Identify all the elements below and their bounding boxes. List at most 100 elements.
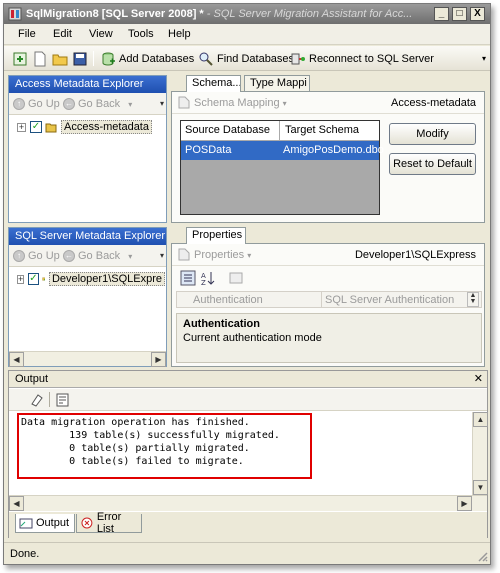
open-folder-icon[interactable] [52,51,68,67]
schema-mapping-label: Schema Mapping [194,97,280,109]
find-databases-label: Find Databases [217,53,295,65]
scroll-right-icon[interactable]: ▶ [151,352,166,367]
tab-schema-mapping[interactable]: Schema... [186,75,241,92]
schema-context-label: Access-metadata [391,97,476,109]
resize-grip-icon[interactable] [476,550,488,562]
go-back-label: Go Back [78,250,121,262]
svg-text:Z: Z [201,279,206,286]
scroll-down-icon[interactable]: ▼ [473,480,488,495]
highlight-box [17,413,312,479]
reconnect-button[interactable]: Reconnect to SQL Server [290,50,434,68]
overflow-icon[interactable]: ▾ [160,251,164,260]
add-databases-button[interactable]: Add Databases [100,50,194,68]
vertical-scrollbar[interactable]: ▲ ▼ [472,412,488,495]
minimize-button[interactable]: _ [434,7,449,21]
property-value: SQL Server Authentication [325,294,455,306]
categorized-icon[interactable] [180,270,196,286]
new-file-icon[interactable] [32,51,48,67]
access-go-up-button[interactable]: ↑ Go Up [13,98,60,110]
modify-button[interactable]: Modify [389,123,476,145]
new-project-icon[interactable] [12,51,28,67]
sql-server-metadata-explorer: SQL Server Metadata Explorer ↑ Go Up ← Go … [8,227,167,367]
tab-output-label: Output [36,517,70,529]
description-title: Authentication [183,318,260,330]
find-database-icon [199,52,213,66]
scroll-left-icon[interactable]: ◀ [9,496,24,511]
go-up-icon: ↑ [13,98,25,110]
expand-icon[interactable]: + [17,274,25,284]
save-icon[interactable] [72,51,88,67]
spinner-icon[interactable]: ▲ ▼ [467,292,479,307]
menu-view[interactable]: View [89,28,113,40]
grid-header: Source Database Target Schema [181,121,379,141]
word-wrap-icon[interactable] [55,392,71,408]
clear-output-icon[interactable] [29,392,45,408]
menu-bar: File Edit View Tools Help [4,24,490,45]
chevron-down-icon: ▾ [247,251,252,260]
sql-go-back-button[interactable]: ← Go Back ▾ [63,250,132,262]
tab-error-list-label: Error List [96,511,122,535]
schema-mapping-dropdown[interactable]: Schema Mapping ▾ [194,97,287,109]
go-back-label: Go Back [78,98,121,110]
reset-to-default-button[interactable]: Reset to Default [389,153,476,175]
tab-type-mapping[interactable]: Type Mappi [244,75,310,91]
column-source-database[interactable]: Source Database [185,124,270,136]
schema-mapping-panel: Schema... Type Mappi Schema Mapping ▾ Ac… [171,75,487,223]
status-bar: Done. [4,542,490,564]
tree-checkbox[interactable]: ✓ [30,121,42,133]
access-go-back-button[interactable]: ← Go Back ▾ [63,98,132,110]
column-target-schema[interactable]: Target Schema [285,124,359,136]
title-bar[interactable]: SqlMigration8 [SQL Server 2008] * - SQL … [4,4,490,24]
tree-node-sql-server[interactable]: + ✓ Developer1\SQLExpre [17,272,165,286]
app-icon [8,7,22,21]
output-header: Output ✕ [9,371,487,388]
property-toolbar: AZ [180,270,480,288]
reconnect-icon [291,53,305,65]
reconnect-label: Reconnect to SQL Server [309,53,434,65]
tree-checkbox[interactable]: ✓ [28,273,39,285]
menu-help[interactable]: Help [168,28,191,40]
scroll-left-icon[interactable]: ◀ [9,352,24,367]
window-title-rest: - SQL Server Migration Assistant for Acc… [203,8,413,20]
properties-dropdown-label: Properties [194,249,245,261]
sort-alphabetical-icon[interactable]: AZ [200,270,216,286]
column-divider [279,121,280,141]
schema-subbar: Schema Mapping ▾ Access-metadata [172,92,484,114]
go-back-icon: ← [63,98,75,110]
output-text-area[interactable]: Data migration operation has finished. 1… [9,412,472,495]
output-panel: Output ✕ Data migration operation has fi… [8,370,488,538]
tab-error-list[interactable]: Error List [76,511,142,535]
toolbar-overflow-icon[interactable]: ▾ [482,54,486,63]
sql-go-up-button[interactable]: ↑ Go Up [13,250,60,262]
status-text: Done. [10,548,40,560]
find-databases-button[interactable]: Find Databases [198,50,294,68]
property-pages-icon[interactable] [228,270,244,286]
scroll-right-icon[interactable]: ▶ [457,496,472,511]
output-icon [19,518,33,529]
horizontal-scrollbar[interactable]: ◀ ▶ [9,351,166,367]
window-title: SqlMigration8 [SQL Server 2008] * - SQL … [26,8,426,20]
property-description: Authentication Current authentication mo… [176,313,482,363]
overflow-icon[interactable]: ▾ [160,99,164,108]
menu-edit[interactable]: Edit [53,28,72,40]
schema-mapping-grid[interactable]: Source Database Target Schema POSData Am… [180,120,384,215]
database-icon [45,123,57,133]
close-button[interactable]: X [470,7,485,21]
expand-icon[interactable]: + [17,122,26,132]
property-row-authentication[interactable]: Authentication SQL Server Authentication… [176,291,482,308]
sql-explorer-navbar: ↑ Go Up ← Go Back ▾ ▾ [9,245,166,267]
toolbar-separator [93,51,94,66]
scroll-up-icon[interactable]: ▲ [473,412,488,427]
properties-dropdown[interactable]: Properties ▾ [194,249,251,261]
close-icon[interactable]: ✕ [474,372,483,385]
output-tab-strip: Output Error List [9,511,487,538]
table-row[interactable]: POSData AmigoPosDemo.dbo [181,141,384,160]
tree-node-access-metadata[interactable]: + ✓ Access-metadata [17,120,152,134]
sql-explorer-header: SQL Server Metadata Explorer [9,228,166,245]
tab-output[interactable]: Output [15,514,75,533]
horizontal-scrollbar[interactable]: ◀ ▶ [9,495,487,511]
menu-tools[interactable]: Tools [128,28,154,40]
maximize-button[interactable]: □ [452,7,467,21]
tab-properties[interactable]: Properties [186,227,246,244]
menu-file[interactable]: File [18,28,36,40]
